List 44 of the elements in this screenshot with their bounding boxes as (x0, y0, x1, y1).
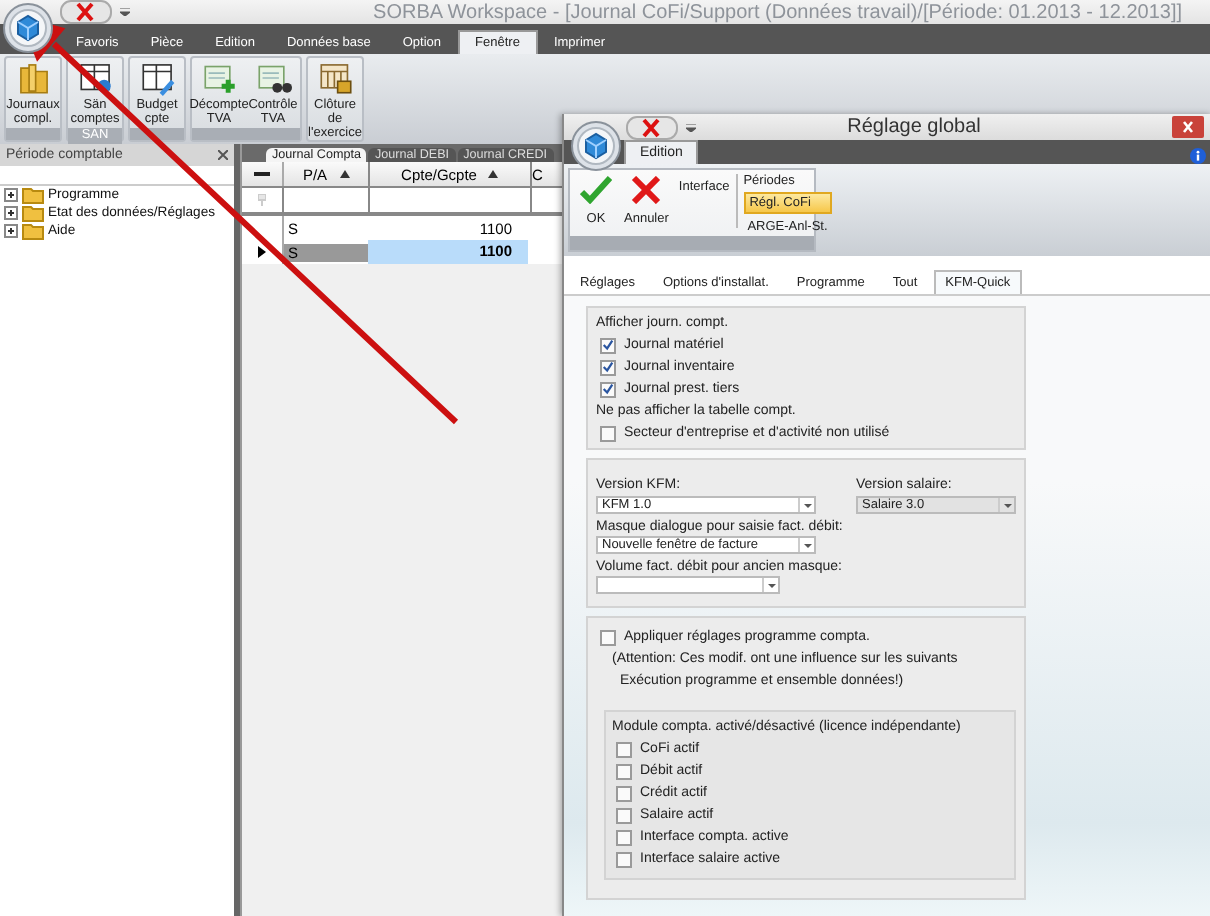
calendar-lock-icon (317, 60, 353, 96)
dropdown-arrow-icon (1003, 503, 1011, 507)
binoculars-icon (255, 60, 291, 96)
checkbox[interactable] (616, 807, 632, 823)
checkbox[interactable] (600, 425, 616, 441)
pin-icon (258, 194, 266, 206)
checkbox[interactable] (600, 381, 616, 397)
window-title: SORBA Workspace - [Journal CoFi/Support (Données travail)/[Période: 01.2013 - 12.2013]] (371, 1, 1184, 23)
dropdown-field[interactable] (596, 576, 780, 594)
sort-icon (339, 170, 350, 178)
dropdown-icon[interactable] (120, 8, 130, 16)
info-icon[interactable] (1190, 148, 1206, 164)
dropdown-arrow-icon (803, 503, 811, 507)
checkbox[interactable] (600, 337, 616, 353)
cancel-icon[interactable] (626, 115, 678, 139)
close-button[interactable] (1172, 116, 1204, 138)
checkbox[interactable] (616, 763, 632, 779)
expander[interactable] (4, 188, 18, 202)
group-footer (192, 128, 300, 140)
close-icon[interactable] (218, 150, 228, 160)
dropdown-arrow-icon (803, 543, 811, 547)
dialog-title: Réglage global (845, 116, 983, 138)
document-plus-icon (201, 60, 237, 96)
checkbox[interactable] (616, 829, 632, 845)
row-pointer-icon (258, 246, 266, 258)
sort-icon (488, 170, 499, 178)
dropdown-arrow-icon (767, 583, 775, 587)
group-footer (6, 128, 60, 140)
folder-icon (22, 186, 44, 204)
expander[interactable] (4, 224, 18, 238)
ledger-pencil-icon (139, 60, 175, 96)
checkbox[interactable] (600, 359, 616, 375)
folder-icon (22, 204, 44, 222)
checkbox[interactable] (616, 851, 632, 867)
cross-icon (630, 176, 663, 204)
expander[interactable] (4, 206, 18, 220)
checkbox[interactable] (616, 785, 632, 801)
checkbox[interactable] (600, 629, 616, 645)
checkbox[interactable] (616, 741, 632, 757)
dropdown-icon[interactable] (686, 123, 696, 131)
checkmark-icon (580, 176, 612, 204)
folder-icon (15, 60, 51, 96)
cancel-icon[interactable] (60, 0, 112, 24)
folder-icon (22, 222, 44, 240)
